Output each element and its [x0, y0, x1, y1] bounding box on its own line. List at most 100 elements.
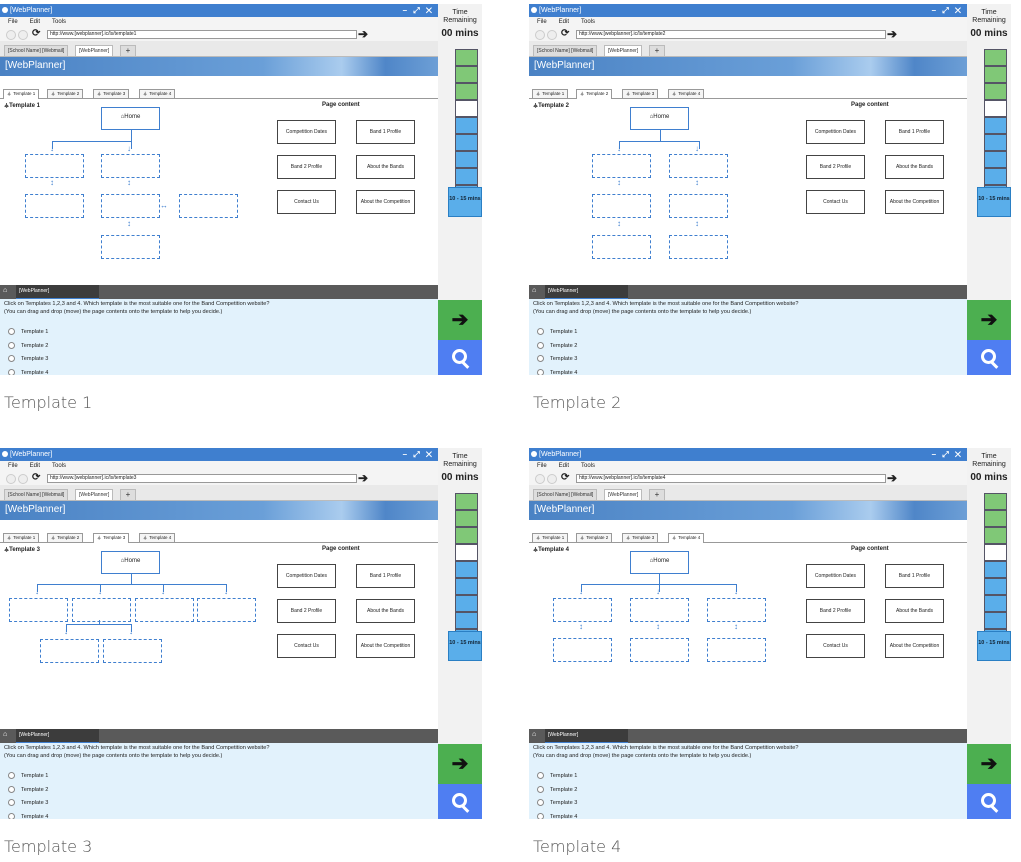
page-content-card[interactable]: Band 1 Profile: [885, 120, 944, 144]
sitemap-drop-slot[interactable]: [9, 598, 68, 622]
sitemap-drop-slot[interactable]: [707, 598, 766, 622]
tab-template-3[interactable]: ⚶ Template 3: [93, 89, 130, 98]
taskbar-tab-webplanner[interactable]: [WebPlanner]: [545, 285, 628, 299]
page-content-card[interactable]: Contact Us: [806, 634, 865, 658]
radio-button[interactable]: [8, 785, 15, 793]
back-icon[interactable]: [6, 30, 16, 40]
option-template-4[interactable]: Template 4: [537, 812, 577, 819]
tab-template-1[interactable]: ⚶ Template 1: [3, 89, 40, 99]
page-content-card[interactable]: Band 1 Profile: [885, 564, 944, 588]
radio-button[interactable]: [537, 328, 544, 335]
reload-icon[interactable]: ⟳: [561, 28, 569, 39]
menu-item-file[interactable]: File: [537, 19, 547, 25]
tab-template-4[interactable]: ⚶ Template 4: [139, 533, 176, 542]
page-content-card[interactable]: About the Bands: [885, 599, 944, 623]
page-content-card[interactable]: Band 1 Profile: [356, 564, 415, 588]
menu-item-file[interactable]: File: [8, 19, 18, 25]
next-button[interactable]: ➔: [967, 300, 1011, 340]
browser-tab-webplanner[interactable]: [WebPlanner]: [75, 489, 114, 500]
tab-template-3[interactable]: ⚶ Template 3: [93, 533, 130, 543]
url-input[interactable]: http://www.[webplanner].ic/ls/template3: [47, 474, 357, 483]
go-arrow-icon[interactable]: ➔: [358, 27, 368, 41]
sitemap-drop-slot[interactable]: [25, 194, 84, 218]
taskbar-tab-webplanner[interactable]: [WebPlanner]: [16, 729, 99, 743]
forward-icon[interactable]: [18, 30, 28, 40]
home-icon[interactable]: ⌂: [3, 287, 7, 294]
radio-button[interactable]: [537, 341, 544, 349]
page-content-card[interactable]: Competition Dates: [806, 120, 865, 144]
option-template-1[interactable]: Template 1: [8, 772, 48, 780]
tab-template-2[interactable]: ⚶ Template 2: [576, 89, 613, 99]
sitemap-drop-slot[interactable]: [40, 639, 99, 663]
go-arrow-icon[interactable]: ➔: [358, 471, 368, 485]
new-tab-button[interactable]: +: [120, 45, 136, 56]
window-controls-icon[interactable]: – ⤢ ✕: [932, 4, 963, 17]
reload-icon[interactable]: ⟳: [32, 472, 40, 483]
option-template-4[interactable]: Template 4: [8, 368, 48, 375]
option-template-1[interactable]: Template 1: [537, 772, 577, 780]
menu-item-edit[interactable]: Edit: [559, 19, 569, 25]
page-content-card[interactable]: Band 2 Profile: [277, 599, 336, 623]
sitemap-drop-slot[interactable]: [592, 194, 651, 218]
page-content-card[interactable]: About the Bands: [356, 155, 415, 179]
tab-template-3[interactable]: ⚶ Template 3: [622, 533, 659, 542]
tab-template-2[interactable]: ⚶ Template 2: [47, 533, 84, 542]
sitemap-drop-slot[interactable]: [669, 194, 728, 218]
menu-item-tools[interactable]: Tools: [52, 19, 66, 25]
radio-button[interactable]: [8, 328, 15, 335]
page-content-card[interactable]: Band 1 Profile: [356, 120, 415, 144]
sitemap-drop-slot[interactable]: [197, 598, 256, 622]
url-input[interactable]: http://www.[webplanner].ic/ls/template2: [576, 30, 886, 39]
radio-button[interactable]: [537, 799, 544, 806]
window-controls-icon[interactable]: – ⤢ ✕: [403, 448, 434, 461]
tab-template-1[interactable]: ⚶ Template 1: [532, 89, 569, 98]
search-button[interactable]: [967, 340, 1011, 375]
page-content-card[interactable]: Competition Dates: [277, 120, 336, 144]
page-content-card[interactable]: Band 2 Profile: [277, 155, 336, 179]
page-content-card[interactable]: Contact Us: [277, 190, 336, 214]
option-template-3[interactable]: Template 3: [537, 799, 577, 807]
home-icon[interactable]: ⌂: [532, 731, 536, 738]
taskbar-tab-webplanner[interactable]: [WebPlanner]: [545, 729, 628, 743]
menu-item-edit[interactable]: Edit: [559, 463, 569, 469]
browser-tab-webmail[interactable]: [School Name] [Webmail]: [4, 489, 69, 500]
next-button[interactable]: ➔: [438, 300, 482, 340]
sitemap-drop-slot[interactable]: [707, 638, 766, 662]
page-content-card[interactable]: Competition Dates: [806, 564, 865, 588]
radio-button[interactable]: [537, 772, 544, 779]
search-button[interactable]: [438, 340, 482, 375]
option-template-2[interactable]: Template 2: [8, 785, 48, 794]
window-controls-icon[interactable]: – ⤢ ✕: [932, 448, 963, 461]
radio-button[interactable]: [8, 355, 15, 362]
back-icon[interactable]: [535, 474, 545, 484]
forward-icon[interactable]: [18, 474, 28, 484]
option-template-3[interactable]: Template 3: [8, 799, 48, 807]
tab-template-4[interactable]: ⚶ Template 4: [668, 533, 705, 543]
radio-button[interactable]: [537, 812, 544, 819]
tab-template-1[interactable]: ⚶ Template 1: [3, 533, 40, 542]
radio-button[interactable]: [537, 785, 544, 793]
search-button[interactable]: [438, 784, 482, 819]
radio-button[interactable]: [8, 772, 15, 779]
browser-tab-webmail[interactable]: [School Name] [Webmail]: [4, 45, 69, 56]
sitemap-drop-slot[interactable]: [553, 638, 612, 662]
radio-button[interactable]: [8, 799, 15, 806]
tab-template-4[interactable]: ⚶ Template 4: [139, 89, 176, 98]
option-template-3[interactable]: Template 3: [8, 355, 48, 363]
menu-item-file[interactable]: File: [537, 463, 547, 469]
home-icon[interactable]: ⌂: [532, 287, 536, 294]
go-arrow-icon[interactable]: ➔: [887, 27, 897, 41]
sitemap-drop-slot[interactable]: [25, 154, 84, 178]
browser-tab-webplanner[interactable]: [WebPlanner]: [604, 489, 643, 500]
option-template-1[interactable]: Template 1: [537, 328, 577, 336]
search-button[interactable]: [967, 784, 1011, 819]
forward-icon[interactable]: [547, 30, 557, 40]
page-content-card[interactable]: Band 2 Profile: [806, 155, 865, 179]
url-input[interactable]: http://www.[webplanner].ic/ls/template4: [576, 474, 886, 483]
url-input[interactable]: http://www.[webplanner].ic/ls/template1: [47, 30, 357, 39]
menu-item-edit[interactable]: Edit: [30, 463, 40, 469]
option-template-3[interactable]: Template 3: [537, 355, 577, 363]
sitemap-drop-slot[interactable]: [135, 598, 194, 622]
tab-template-2[interactable]: ⚶ Template 2: [576, 533, 613, 542]
back-icon[interactable]: [535, 30, 545, 40]
